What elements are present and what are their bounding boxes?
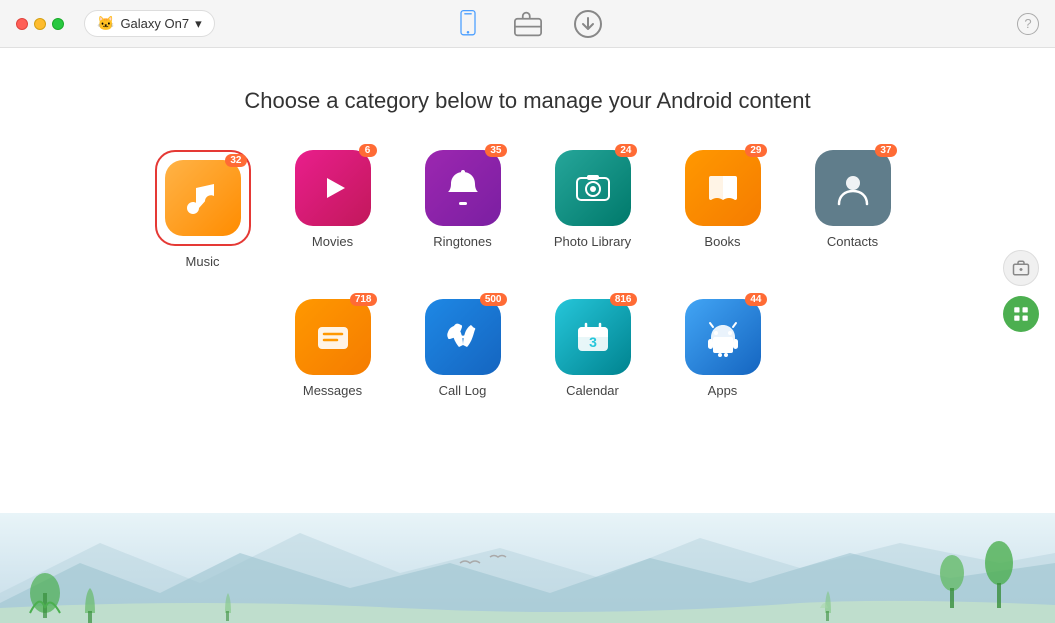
category-item-music[interactable]: 32 Music xyxy=(158,150,248,269)
device-icon: 🐱 xyxy=(97,15,114,32)
music-badge: 32 xyxy=(225,154,246,167)
calllog-badge: 500 xyxy=(480,293,507,306)
contacts-icon-bg xyxy=(815,150,891,226)
calendar-badge: 816 xyxy=(610,293,637,306)
calllog-label: Call Log xyxy=(439,383,487,398)
chevron-down-icon: ▾ xyxy=(195,16,202,32)
messages-label: Messages xyxy=(303,383,362,398)
svg-text:3: 3 xyxy=(589,334,597,350)
ringtones-label: Ringtones xyxy=(433,234,492,249)
category-item-calllog[interactable]: 500 Call Log xyxy=(418,299,508,398)
main-content: Choose a category below to manage your A… xyxy=(0,48,1055,398)
ringtones-badge: 35 xyxy=(485,144,506,157)
ringtones-icon-wrapper: 35 xyxy=(425,150,501,226)
apps-icon-wrapper: 44 xyxy=(685,299,761,375)
toolbox-side-button[interactable] xyxy=(1003,250,1039,286)
calendar-icon-wrapper: 3 816 xyxy=(555,299,631,375)
category-row-2: 718 Messages 500 xyxy=(288,299,768,398)
page-title: Choose a category below to manage your A… xyxy=(244,88,810,114)
books-badge: 29 xyxy=(745,144,766,157)
download-nav-icon[interactable] xyxy=(572,8,604,40)
photo-icon-wrapper: 24 xyxy=(555,150,631,226)
calllog-icon-wrapper: 500 xyxy=(425,299,501,375)
movies-badge: 6 xyxy=(359,144,377,157)
movies-icon-wrapper: 6 xyxy=(295,150,371,226)
music-label: Music xyxy=(186,254,220,269)
category-item-movies[interactable]: 6 Movies xyxy=(288,150,378,249)
music-icon-bg xyxy=(165,160,241,236)
category-item-books[interactable]: 29 Books xyxy=(678,150,768,249)
calendar-icon-bg: 3 xyxy=(555,299,631,375)
help-button[interactable]: ? xyxy=(1017,13,1039,35)
device-name: Galaxy On7 xyxy=(120,16,189,31)
category-item-messages[interactable]: 718 Messages xyxy=(288,299,378,398)
category-item-photo[interactable]: 24 Photo Library xyxy=(548,150,638,249)
apps-label: Apps xyxy=(708,383,738,398)
movies-icon-bg xyxy=(295,150,371,226)
calendar-label: Calendar xyxy=(566,383,619,398)
maximize-button[interactable] xyxy=(52,18,64,30)
calllog-icon-bg xyxy=(425,299,501,375)
messages-icon-wrapper: 718 xyxy=(295,299,371,375)
minimize-button[interactable] xyxy=(34,18,46,30)
photo-icon-bg xyxy=(555,150,631,226)
category-item-ringtones[interactable]: 35 Ringtones xyxy=(418,150,508,249)
category-grid: 32 Music 6 Movies xyxy=(158,150,898,398)
contacts-icon-wrapper: 37 xyxy=(815,150,891,226)
photo-label: Photo Library xyxy=(554,234,631,249)
category-item-calendar[interactable]: 3 816 Calendar xyxy=(548,299,638,398)
traffic-lights xyxy=(16,18,64,30)
movies-label: Movies xyxy=(312,234,353,249)
titlebar-nav xyxy=(452,8,604,40)
apps-badge: 44 xyxy=(745,293,766,306)
music-icon-wrapper: 32 xyxy=(165,160,241,236)
device-selector[interactable]: 🐱 Galaxy On7 ▾ xyxy=(84,10,215,37)
category-item-apps[interactable]: 44 Apps xyxy=(678,299,768,398)
books-label: Books xyxy=(704,234,740,249)
books-icon-wrapper: 29 xyxy=(685,150,761,226)
side-buttons xyxy=(1003,250,1039,332)
toolbox-nav-icon[interactable] xyxy=(512,8,544,40)
messages-icon-bg xyxy=(295,299,371,375)
close-button[interactable] xyxy=(16,18,28,30)
selected-wrapper-music: 32 xyxy=(155,150,251,246)
apps-icon-bg xyxy=(685,299,761,375)
phone-nav-icon[interactable] xyxy=(452,8,484,40)
scenery xyxy=(0,513,1055,623)
photo-badge: 24 xyxy=(615,144,636,157)
messages-badge: 718 xyxy=(350,293,377,306)
books-icon-bg xyxy=(685,150,761,226)
category-item-contacts[interactable]: 37 Contacts xyxy=(808,150,898,249)
contacts-badge: 37 xyxy=(875,144,896,157)
grid-side-button[interactable] xyxy=(1003,296,1039,332)
category-row-1: 32 Music 6 Movies xyxy=(158,150,898,269)
titlebar: 🐱 Galaxy On7 ▾ ? xyxy=(0,0,1055,48)
ringtones-icon-bg xyxy=(425,150,501,226)
contacts-label: Contacts xyxy=(827,234,878,249)
